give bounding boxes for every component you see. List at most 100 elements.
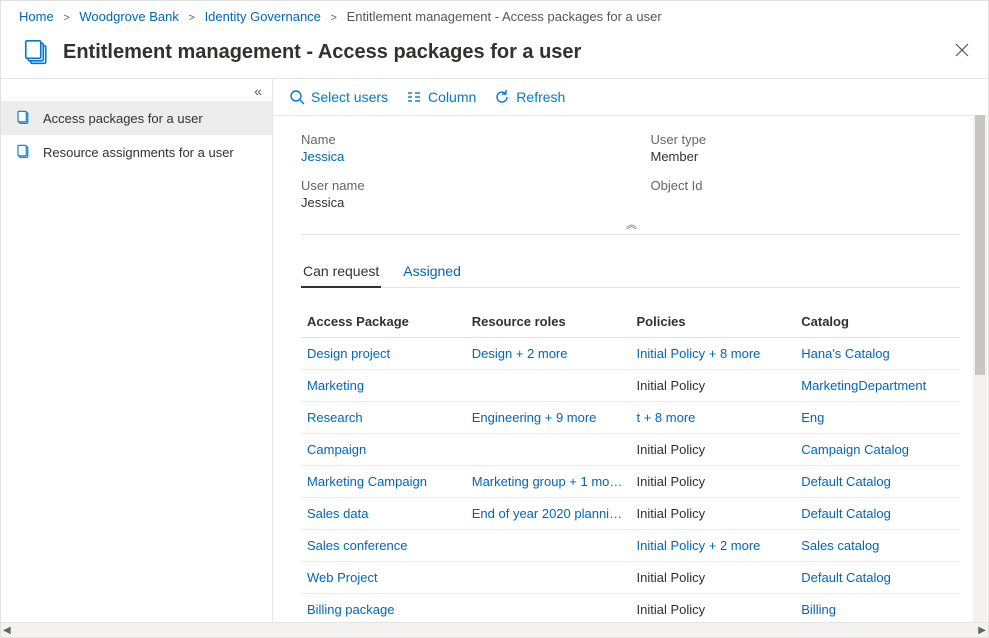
cell-policies[interactable]: t + 8 more [631,402,796,434]
name-label: Name [301,132,611,147]
sidebar-item-access-packages[interactable]: Access packages for a user [1,101,272,135]
column-button[interactable]: Column [406,89,476,105]
cell-policies: Initial Policy [631,562,796,594]
table-row[interactable]: Sales dataEnd of year 2020 plannin…Initi… [301,498,960,530]
refresh-icon [494,89,510,105]
cell-access-package[interactable]: Web Project [301,562,466,594]
select-users-label: Select users [311,89,388,105]
breadcrumb-sep: > [63,12,69,24]
cell-catalog[interactable]: Hana's Catalog [795,338,960,370]
cell-access-package[interactable]: Marketing [301,370,466,402]
sidebar-item-resource-assignments[interactable]: Resource assignments for a user [1,135,272,169]
user-name-value: Jessica [301,195,611,210]
tab-can-request[interactable]: Can request [301,257,381,287]
cell-catalog[interactable]: Default Catalog [795,466,960,498]
cell-policies: Initial Policy [631,434,796,466]
cell-policies: Initial Policy [631,498,796,530]
collapse-info-toggle[interactable]: ︽ [301,216,960,235]
toolbar: Select users Column [273,79,988,116]
table-row[interactable]: Campaign Initial PolicyCampaign Catalog [301,434,960,466]
cell-resource-roles[interactable]: End of year 2020 plannin… [466,498,631,530]
col-resource-roles[interactable]: Resource roles [466,306,631,338]
cell-policies[interactable]: Initial Policy + 8 more [631,338,796,370]
cell-catalog[interactable]: Eng [795,402,960,434]
content-area: Select users Column [273,79,988,622]
sidebar-collapse-button[interactable]: « [1,79,272,101]
cell-catalog[interactable]: Default Catalog [795,562,960,594]
table-row[interactable]: Sales conference Initial Policy + 2 moreS… [301,530,960,562]
sidebar-item-label: Access packages for a user [43,111,203,126]
cell-resource-roles[interactable]: Marketing group + 1 mo… [466,466,631,498]
cell-resource-roles [466,530,631,562]
cell-catalog[interactable]: Default Catalog [795,498,960,530]
table-row[interactable]: Marketing CampaignMarketing group + 1 mo… [301,466,960,498]
cell-resource-roles [466,434,631,466]
table-row[interactable]: Design projectDesign + 2 moreInitial Pol… [301,338,960,370]
access-packages-table: Access Package Resource roles Policies C… [301,306,960,622]
chevron-double-left-icon: « [254,83,262,99]
cell-resource-roles[interactable]: Engineering + 9 more [466,402,631,434]
field-object-id: Object Id [651,178,961,210]
cell-access-package[interactable]: Marketing Campaign [301,466,466,498]
cell-catalog[interactable]: MarketingDepartment [795,370,960,402]
breadcrumb-link-woodgrove[interactable]: Woodgrove Bank [79,9,179,24]
field-user-name: User name Jessica [301,178,611,210]
cell-policies: Initial Policy [631,594,796,623]
refresh-button[interactable]: Refresh [494,89,565,105]
cell-resource-roles [466,594,631,623]
field-user-type: User type Member [651,132,961,164]
tabs-bar: Can request Assigned [301,257,960,288]
breadcrumb-current: Entitlement management - Access packages… [347,9,662,24]
col-access-package[interactable]: Access Package [301,306,466,338]
search-icon [289,89,305,105]
cell-policies[interactable]: Initial Policy + 2 more [631,530,796,562]
cell-access-package[interactable]: Design project [301,338,466,370]
cell-access-package[interactable]: Sales data [301,498,466,530]
sidebar-item-label: Resource assignments for a user [43,145,234,160]
table-row[interactable]: ResearchEngineering + 9 moret + 8 moreEn… [301,402,960,434]
table-row[interactable]: Web Project Initial PolicyDefault Catalog [301,562,960,594]
cell-catalog[interactable]: Sales catalog [795,530,960,562]
chevron-right-icon[interactable]: ▶ [978,625,986,636]
tab-assigned[interactable]: Assigned [401,257,463,287]
page-title: Entitlement management - Access packages… [63,41,581,64]
cell-catalog[interactable]: Campaign Catalog [795,434,960,466]
user-info-panel: Name Jessica User type Member User name … [301,132,960,210]
package-icon [15,143,33,161]
col-policies[interactable]: Policies [631,306,796,338]
cell-resource-roles [466,562,631,594]
horizontal-scrollbar[interactable]: ◀ ▶ [1,622,988,637]
page-header: Entitlement management - Access packages… [1,30,988,79]
table-row[interactable]: Billing package Initial PolicyBilling [301,594,960,623]
cell-access-package[interactable]: Research [301,402,466,434]
chevron-left-icon[interactable]: ◀ [3,625,11,636]
cell-resource-roles [466,370,631,402]
refresh-label: Refresh [516,89,565,105]
col-catalog[interactable]: Catalog [795,306,960,338]
select-users-button[interactable]: Select users [289,89,388,105]
column-label: Column [428,89,476,105]
chevron-double-up-icon: ︽ [626,219,635,231]
breadcrumb-link-identity-governance[interactable]: Identity Governance [205,9,321,24]
sidebar: « Access packages for a user Resource as… [1,79,273,622]
user-type-label: User type [651,132,961,147]
cell-access-package[interactable]: Campaign [301,434,466,466]
cell-policies: Initial Policy [631,370,796,402]
columns-icon [406,89,422,105]
packages-icon [21,36,53,68]
field-name: Name Jessica [301,132,611,164]
table-row[interactable]: Marketing Initial PolicyMarketingDepartme… [301,370,960,402]
object-id-label: Object Id [651,178,961,193]
close-button[interactable] [952,40,972,60]
cell-catalog[interactable]: Billing [795,594,960,623]
cell-access-package[interactable]: Billing package [301,594,466,623]
breadcrumb-link-home[interactable]: Home [19,9,54,24]
vertical-scrollbar-thumb[interactable] [975,115,985,375]
breadcrumb: Home > Woodgrove Bank > Identity Governa… [1,1,988,30]
cell-policies: Initial Policy [631,466,796,498]
package-icon [15,109,33,127]
vertical-scrollbar[interactable] [973,115,987,622]
name-value[interactable]: Jessica [301,149,611,164]
cell-access-package[interactable]: Sales conference [301,530,466,562]
cell-resource-roles[interactable]: Design + 2 more [466,338,631,370]
